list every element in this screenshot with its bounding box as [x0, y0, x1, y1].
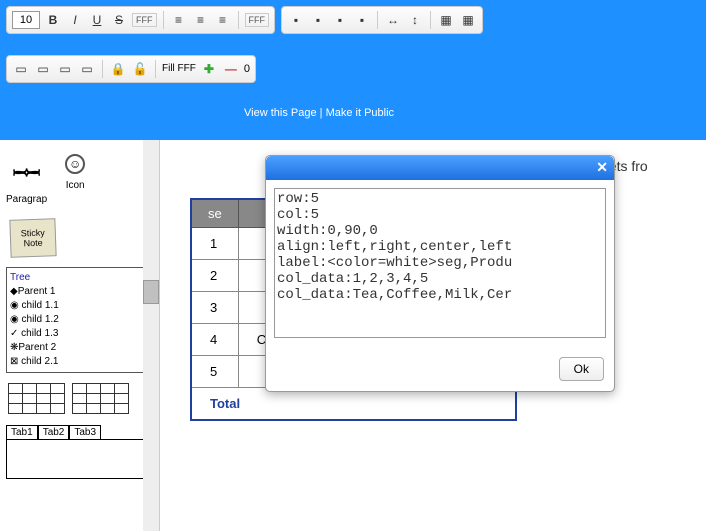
send-backward-button[interactable]: ▭ — [56, 60, 74, 78]
bold-button[interactable]: B — [44, 11, 62, 29]
top-toolbar: B I U S FFF ≡ ≡ ≡ FFF ▪ ▪ ▪ ▪ ↔ ↕ ▦ ▦ ▭ … — [0, 0, 706, 140]
grid-widget[interactable] — [72, 383, 129, 414]
tabs-content-thumb — [6, 439, 151, 479]
make-public-link[interactable]: Make it Public — [326, 107, 394, 119]
text-format-group: B I U S FFF ≡ ≡ ≡ FFF — [6, 6, 275, 34]
align-right-button[interactable]: ≡ — [214, 11, 232, 29]
italic-button[interactable]: I — [66, 11, 84, 29]
remove-button[interactable]: — — [222, 60, 240, 78]
tree-item: ◆Parent 1 — [10, 285, 149, 299]
tree-item: ⊠ child 2.1 — [10, 355, 149, 369]
sticky-note-widget[interactable]: Sticky Note — [9, 218, 56, 258]
dialog-header[interactable]: ✕ — [266, 156, 614, 180]
bg-color-swatch[interactable]: FFF — [245, 13, 270, 27]
ungroup-button[interactable]: ▦ — [459, 11, 477, 29]
sidebar-scrollbar[interactable] — [143, 140, 159, 531]
group-button[interactable]: ▦ — [437, 11, 455, 29]
text-color-swatch[interactable]: FFF — [132, 13, 157, 27]
tree-item: ◉ child 1.2 — [10, 313, 149, 327]
unlock-button[interactable]: 🔓 — [131, 60, 149, 78]
paragraph-widget[interactable]: ︷︸ Paragrap — [6, 154, 47, 205]
font-size-input[interactable] — [12, 11, 40, 29]
tree-title: Tree — [10, 271, 149, 285]
table-header: se — [191, 199, 238, 228]
tab-thumb: Tab2 — [38, 425, 70, 439]
widget-sidebar: ︷︸ Paragrap ☺ Icon Sticky Note Tree ◆Par… — [0, 140, 160, 531]
brace-icon: ︷︸ — [6, 154, 47, 194]
paragraph-label: Paragrap — [6, 194, 47, 205]
align-distribute-group: ▪ ▪ ▪ ▪ ↔ ↕ ▦ ▦ — [281, 6, 483, 34]
tabs-widget[interactable]: Tab1 Tab2 Tab3 — [6, 425, 153, 439]
align-middle-button[interactable]: ▪ — [309, 11, 327, 29]
icon-widget[interactable]: ☺ Icon — [65, 154, 85, 205]
dialog-textarea[interactable] — [274, 188, 606, 338]
tree-widget[interactable]: Tree ◆Parent 1 ◉ child 1.1 ◉ child 1.2 ✓… — [6, 267, 153, 373]
tree-item: ✓ child 1.3 — [10, 327, 149, 341]
smiley-icon: ☺ — [65, 154, 85, 174]
lock-button[interactable]: 🔒 — [109, 60, 127, 78]
align-center-button[interactable]: ≡ — [192, 11, 210, 29]
layer-group: ▭ ▭ ▭ ▭ 🔒 🔓 Fill FFF ✚ — 0 — [6, 55, 256, 83]
align-top-button[interactable]: ▪ — [331, 11, 349, 29]
table-total-row: Total — [191, 388, 516, 421]
count-label: 0 — [244, 63, 250, 75]
send-back-button[interactable]: ▭ — [78, 60, 96, 78]
tree-item: ❋Parent 2 — [10, 341, 149, 355]
edit-dialog: ✕ Ok — [265, 155, 615, 392]
grid-widgets — [6, 381, 153, 419]
tab-thumb: Tab1 — [6, 425, 38, 439]
add-button[interactable]: ✚ — [200, 60, 218, 78]
underline-button[interactable]: U — [88, 11, 106, 29]
page-links: View this Page | Make it Public — [6, 107, 700, 119]
fill-label: Fill FFF — [162, 63, 196, 74]
align-left-button[interactable]: ≡ — [170, 11, 188, 29]
grid-widget[interactable] — [8, 383, 65, 414]
tree-item: ◉ child 1.1 — [10, 299, 149, 313]
stretch-v-button[interactable]: ↕ — [406, 11, 424, 29]
icon-label: Icon — [65, 180, 85, 191]
view-page-link[interactable]: View this Page — [244, 107, 317, 119]
align-v-button[interactable]: ▪ — [353, 11, 371, 29]
strike-button[interactable]: S — [110, 11, 128, 29]
ok-button[interactable]: Ok — [559, 357, 604, 381]
align-bottom-button[interactable]: ▪ — [287, 11, 305, 29]
bring-front-button[interactable]: ▭ — [12, 60, 30, 78]
bring-forward-button[interactable]: ▭ — [34, 60, 52, 78]
tab-thumb: Tab3 — [69, 425, 101, 439]
stretch-h-button[interactable]: ↔ — [384, 11, 402, 29]
close-icon[interactable]: ✕ — [596, 159, 608, 176]
